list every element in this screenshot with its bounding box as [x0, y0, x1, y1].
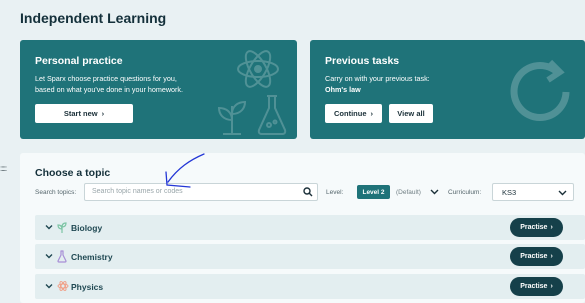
previous-tasks-card: Previous tasks Carry on with your previo…	[310, 40, 585, 139]
practise-biology-button[interactable]: Practise ›	[510, 218, 563, 237]
atom-icon	[57, 281, 69, 291]
page-title: Independent Learning	[20, 10, 167, 26]
chevron-right-icon: ›	[550, 224, 553, 231]
subject-name: Chemistry	[71, 252, 113, 262]
choose-topic-title: Choose a topic	[35, 167, 111, 179]
chevron-down-icon[interactable]	[45, 283, 53, 290]
chevron-down-icon[interactable]	[45, 253, 53, 260]
previous-tasks-description: Carry on with your previous task: Ohm's …	[325, 74, 430, 94]
chevron-down-icon	[558, 190, 567, 196]
subject-row-biology[interactable]: Biology Practise ›	[35, 215, 585, 240]
refresh-icon	[510, 59, 570, 121]
choose-topic-panel: Choose a topic Search topics: Search top…	[20, 153, 585, 303]
chevron-right-icon: ›	[550, 283, 553, 290]
search-topics-label: Search topics:	[35, 189, 77, 196]
atom-icon	[237, 50, 279, 88]
curriculum-value: KS3	[502, 188, 517, 197]
practise-chemistry-button[interactable]: Practise ›	[510, 247, 563, 266]
subject-row-chemistry[interactable]: Chemistry Practise ›	[35, 244, 585, 269]
level-badge[interactable]: Level 2	[357, 185, 390, 199]
flask-icon	[57, 250, 67, 263]
personal-practice-description: Let Sparx choose practice questions for …	[35, 74, 184, 94]
view-all-button[interactable]: View all	[389, 104, 433, 123]
curriculum-select[interactable]: KS3	[492, 183, 574, 201]
annotation-arrow-scribble	[165, 153, 205, 188]
subject-row-physics[interactable]: Physics Practise ›	[35, 274, 585, 299]
start-new-button[interactable]: Start new ›	[35, 104, 133, 123]
level-default-text: (Default)	[396, 189, 421, 196]
continue-button[interactable]: Continue ›	[325, 104, 382, 123]
flask-icon	[257, 95, 287, 135]
chevron-down-icon[interactable]	[430, 188, 439, 196]
chevron-right-icon: ›	[370, 109, 374, 118]
previous-task-name: Ohm's law	[325, 85, 361, 94]
practise-physics-button[interactable]: Practise ›	[510, 277, 563, 296]
left-edge-marker: :::::	[0, 164, 7, 173]
curriculum-label: Curriculum:	[448, 189, 482, 196]
subject-name: Biology	[71, 223, 103, 233]
chevron-right-icon: ›	[550, 253, 553, 260]
plant-icon	[57, 222, 67, 233]
search-icon[interactable]	[303, 187, 313, 197]
previous-tasks-title: Previous tasks	[325, 55, 400, 67]
chevron-right-icon: ›	[101, 109, 105, 118]
subject-name: Physics	[71, 282, 104, 292]
personal-practice-card: Personal practice Let Sparx choose pract…	[20, 40, 297, 139]
chevron-down-icon[interactable]	[45, 224, 53, 231]
personal-practice-title: Personal practice	[35, 55, 123, 67]
level-label: Level:	[326, 189, 344, 196]
plant-icon	[217, 100, 247, 135]
